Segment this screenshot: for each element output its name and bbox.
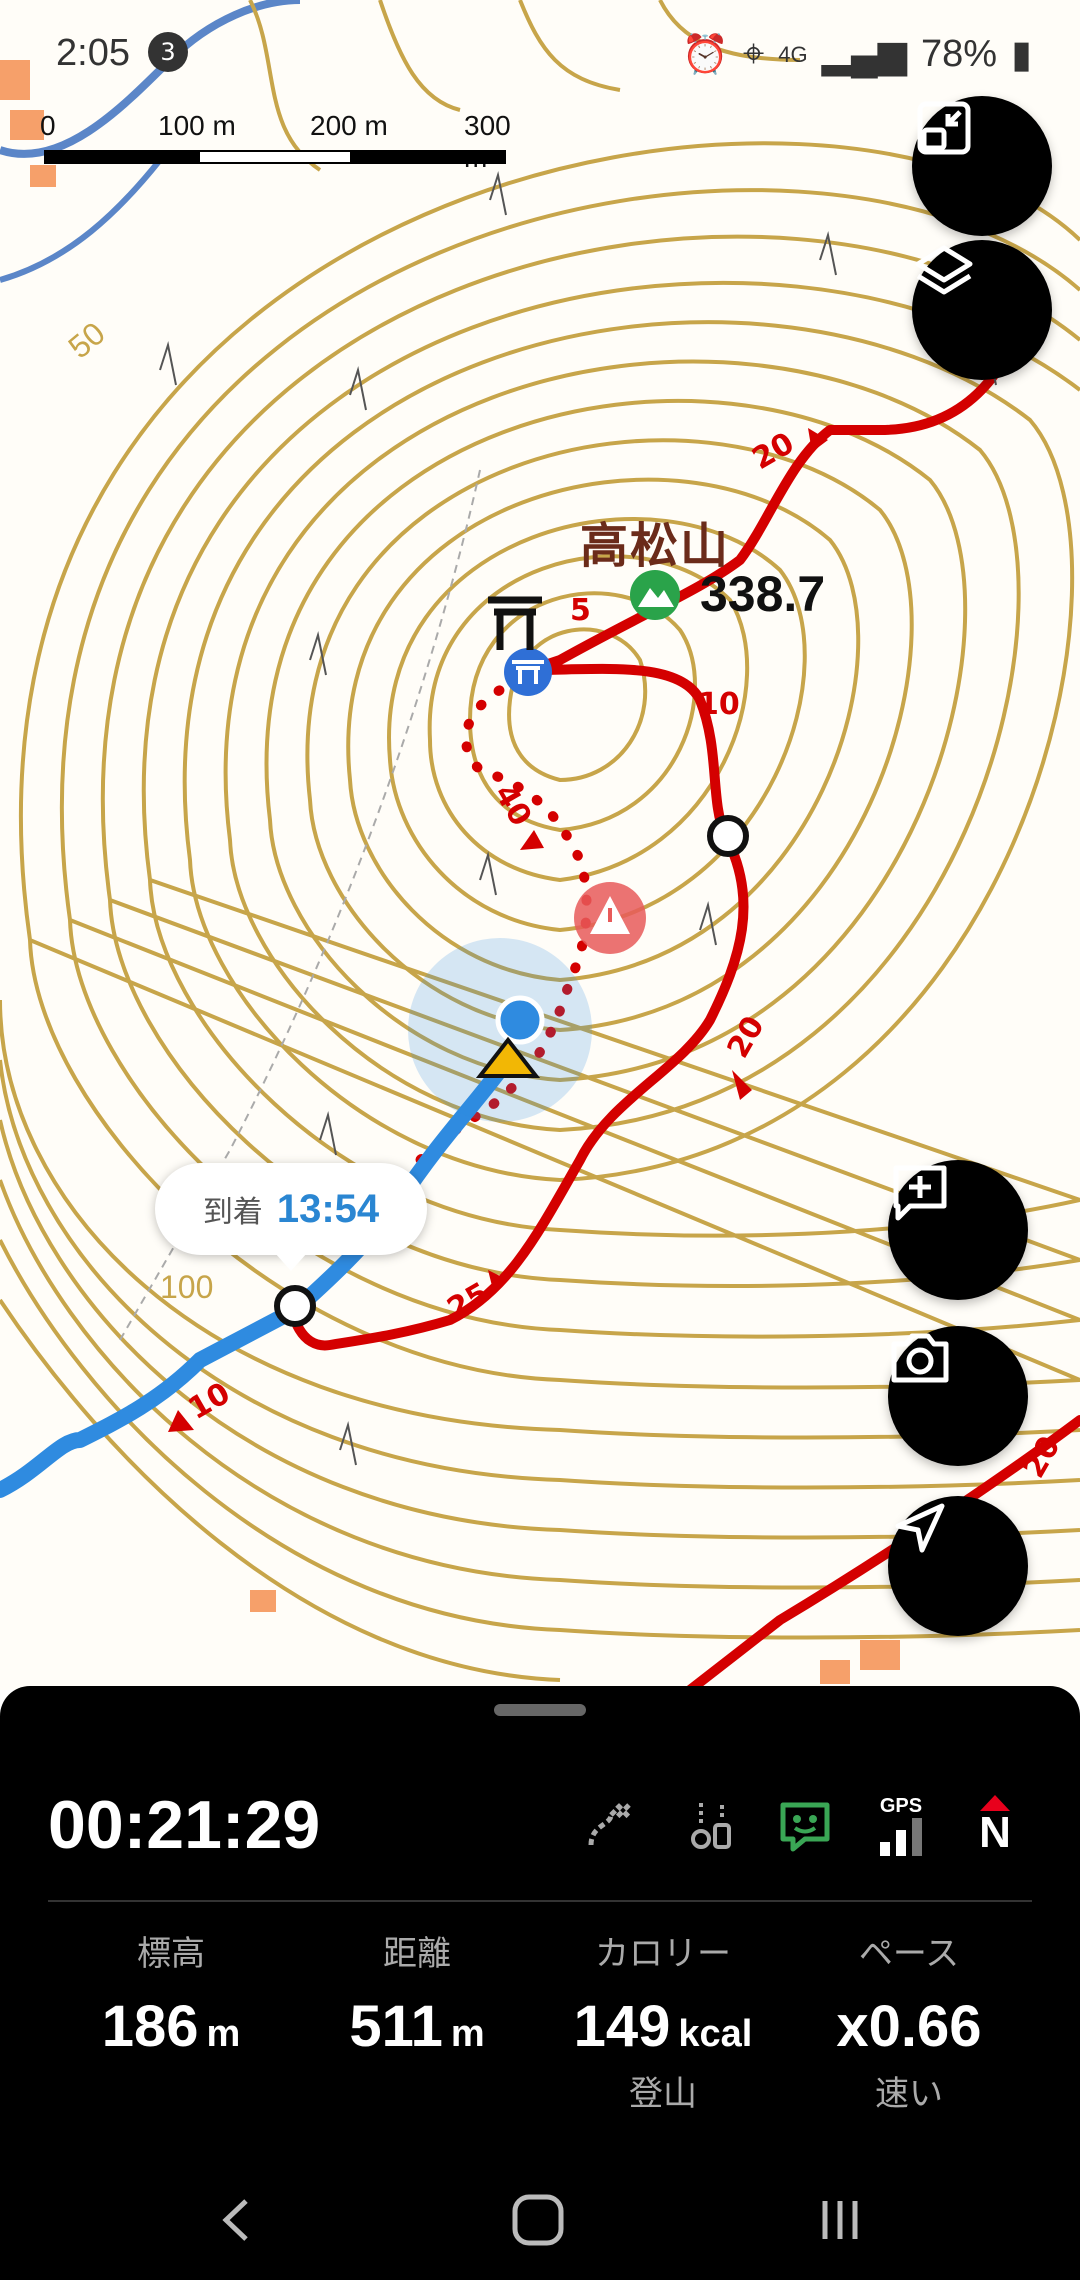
map-scale: 0 100 m 200 m 300 m	[40, 110, 511, 173]
stat-label: カロリー	[595, 1934, 731, 1974]
route-label: 20	[721, 1010, 772, 1064]
route-label: 10	[698, 687, 740, 722]
stat-value: 149	[573, 1994, 671, 2059]
recent-apps-button[interactable]	[790, 2180, 890, 2260]
exit-fullscreen-icon	[917, 101, 971, 155]
current-location-button[interactable]	[888, 1496, 1028, 1636]
stat-label: ペース	[858, 1934, 960, 1974]
arrival-time-bubble[interactable]: 到着 13:54	[155, 1163, 427, 1271]
stat-value: x0.66	[836, 1994, 982, 2059]
stat-label: 距離	[383, 1934, 451, 1974]
scale-bar-segment	[198, 150, 352, 164]
scale-label: 100 m	[158, 110, 236, 141]
stat-unit: kcal	[678, 2013, 753, 2055]
scale-bar-segment	[44, 150, 198, 164]
scale-label: 300 m	[464, 110, 511, 173]
scale-label: 200 m	[310, 110, 388, 141]
arrival-label: 到着	[202, 1195, 263, 1230]
north-compass-icon[interactable]: N	[960, 1790, 1030, 1860]
fullscreen-button[interactable]	[912, 96, 1052, 236]
stat-label: 標高	[137, 1934, 205, 1974]
layers-icon	[915, 245, 973, 295]
system-nav-bar	[0, 2160, 1080, 2280]
stat-distance: 距離 511 m	[292, 1926, 542, 2060]
alarm-icon: ⏰	[681, 33, 729, 76]
route-label: 40	[487, 779, 538, 833]
contour-label: 100	[160, 1269, 213, 1305]
back-icon	[222, 2199, 248, 2241]
panel-divider	[48, 1900, 1032, 1902]
route-split-icon[interactable]	[576, 1790, 646, 1860]
navigation-arrow-icon	[895, 1503, 945, 1553]
stat-unit: m	[450, 2013, 485, 2055]
tracking-panel[interactable]: 00:21:29 GPS N 標高 186 m 距離 511 m カロリー 149 k…	[0, 1686, 1080, 2280]
scale-bar-segment	[352, 150, 506, 164]
stat-unit: m	[206, 2013, 241, 2055]
map-view[interactable]: 20 5 10 40 20 25 10 20 50 100 2:05 3 ⏰ ⌖…	[0, 0, 1080, 1690]
status-time: 2:05	[56, 32, 130, 74]
home-button[interactable]	[488, 2180, 588, 2260]
stat-sub: 速い	[875, 2074, 943, 2114]
camera-button[interactable]	[888, 1326, 1028, 1466]
arrival-time: 13:54	[276, 1186, 380, 1231]
stat-pace: ペース x0.66 速い	[784, 1926, 1034, 2115]
location-icon: ⌖	[742, 33, 765, 75]
back-button[interactable]	[186, 2180, 286, 2260]
recent-apps-icon	[822, 2201, 858, 2239]
layers-button[interactable]	[912, 240, 1052, 380]
stat-value: 511	[349, 1994, 443, 2059]
stat-calories: カロリー 149 kcal 登山	[538, 1926, 788, 2115]
camera-icon	[891, 1333, 949, 1383]
battery-icon: ▮	[1011, 34, 1032, 76]
status-bar: 2:05 3 ⏰ ⌖ 4G ▂▄▆ 78% ▮	[0, 28, 1080, 78]
north-label: N	[979, 1808, 1011, 1857]
signal-icon: ▂▄▆	[821, 34, 908, 76]
sensor-icon[interactable]	[676, 1790, 746, 1860]
home-icon	[512, 2194, 564, 2246]
panel-drag-handle[interactable]	[494, 1704, 586, 1716]
route-label: 10	[183, 1376, 237, 1427]
add-comment-icon	[893, 1165, 947, 1221]
stat-elevation: 標高 186 m	[46, 1926, 296, 2060]
battery-level: 78%	[921, 33, 998, 75]
add-memo-button[interactable]	[888, 1160, 1028, 1300]
gps-label: GPS	[879, 1794, 923, 1817]
gps-signal-icon: GPS	[866, 1790, 936, 1860]
network-label: 4G	[778, 41, 808, 67]
stat-sub: 登山	[629, 2074, 697, 2114]
stat-value: 186	[101, 1994, 199, 2059]
chat-bot-icon[interactable]	[770, 1790, 840, 1860]
summit-elevation: 338.7	[700, 566, 826, 622]
elapsed-time: 00:21:29	[48, 1787, 321, 1863]
route-label: 5	[570, 593, 591, 628]
notification-badge: 3	[148, 32, 188, 72]
contour-label: 50	[61, 315, 111, 365]
scale-label: 0	[40, 110, 56, 141]
